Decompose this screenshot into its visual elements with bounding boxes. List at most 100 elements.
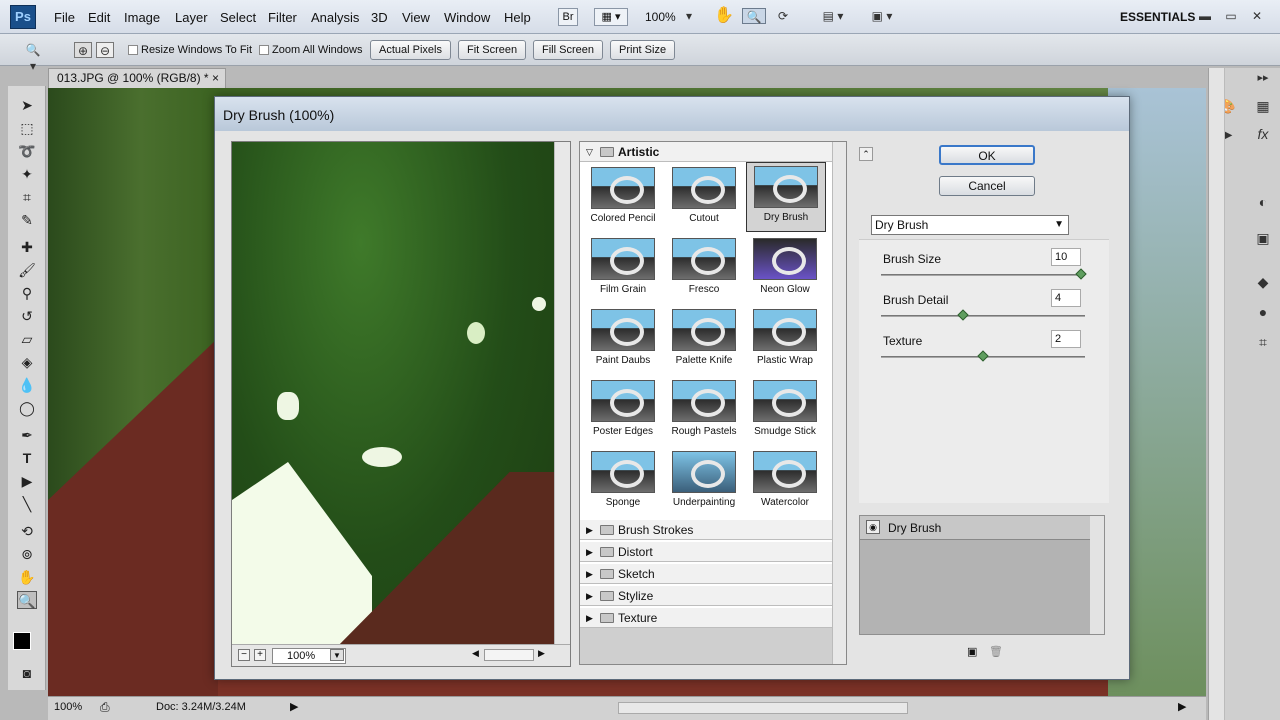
dodge-tool-icon[interactable]: ◯ <box>17 399 37 417</box>
menu-window[interactable]: Window <box>444 10 490 25</box>
screen-mode-icon[interactable]: ▣ ▾ <box>864 8 900 24</box>
thumbnail-sponge[interactable]: Sponge <box>586 448 660 514</box>
thumbnail-smudge-stick[interactable]: Smudge Stick <box>748 377 822 443</box>
thumbnail-dry-brush[interactable]: Dry Brush <box>746 162 826 232</box>
blur-tool-icon[interactable]: 💧 <box>17 376 37 394</box>
canvas-vertical-scrollbar[interactable] <box>1209 68 1225 720</box>
close-document-icon[interactable]: × <box>212 69 219 88</box>
workspace-switcher[interactable]: ESSENTIALS <box>1120 10 1195 24</box>
close-app-icon[interactable]: ✕ <box>1248 8 1266 24</box>
swatches-panel-icon[interactable]: ▦ <box>1253 96 1273 116</box>
bridge-button[interactable]: Br <box>558 8 578 26</box>
zoom-all-windows-checkbox[interactable]: Zoom All Windows <box>259 44 362 56</box>
collapse-dock-icon[interactable]: ▸▸ <box>1253 68 1273 88</box>
zoom-out-icon[interactable]: − <box>238 649 250 661</box>
thumbnail-neon-glow[interactable]: Neon Glow <box>748 235 822 301</box>
slider-knob-icon[interactable] <box>957 309 970 321</box>
menu-file[interactable]: File <box>54 10 75 25</box>
clone-stamp-tool-icon[interactable]: ⚲ <box>17 284 37 302</box>
pen-tool-icon[interactable]: ✒ <box>17 426 37 444</box>
zoom-dropdown-icon[interactable]: ▾ <box>680 8 698 24</box>
quick-selection-tool-icon[interactable]: ✦ <box>17 165 37 183</box>
menu-layer[interactable]: Layer <box>175 10 208 25</box>
channels-panel-icon[interactable]: ● <box>1253 302 1273 322</box>
new-effect-layer-icon[interactable]: ▣ <box>967 645 977 658</box>
foreground-color-swatch[interactable] <box>13 632 31 650</box>
texture-input[interactable]: 2 <box>1051 330 1081 348</box>
eraser-tool-icon[interactable]: ▱ <box>17 330 37 348</box>
menu-image[interactable]: Image <box>124 10 160 25</box>
preview-scroll-left-icon[interactable]: ◀ <box>472 648 479 659</box>
3d-rotate-tool-icon[interactable]: ⟲ <box>17 522 37 540</box>
maximize-app-icon[interactable]: ▭ <box>1222 8 1240 24</box>
menu-3d[interactable]: 3D <box>371 10 388 25</box>
hand-tool-icon[interactable]: ✋ <box>17 568 37 586</box>
category-brush-strokes[interactable]: ▶ Brush Strokes <box>580 520 832 540</box>
category-distort[interactable]: ▶ Distort <box>580 542 832 562</box>
eyedropper-tool-icon[interactable]: ✎ <box>17 211 37 229</box>
actual-pixels-button[interactable]: Actual Pixels <box>370 40 451 60</box>
fit-screen-button[interactable]: Fit Screen <box>458 40 527 60</box>
history-brush-tool-icon[interactable]: ↺ <box>17 307 37 325</box>
zoom-in-mode-icon[interactable]: ⊕ <box>74 42 92 58</box>
ok-button[interactable]: OK <box>939 145 1035 165</box>
layers-panel-icon[interactable]: ◆ <box>1253 272 1273 292</box>
crop-tool-icon[interactable]: ⌗ <box>17 188 37 206</box>
marquee-tool-icon[interactable]: ⬚ <box>17 119 37 137</box>
menu-help[interactable]: Help <box>504 10 531 25</box>
thumbnail-watercolor[interactable]: Watercolor <box>748 448 822 514</box>
menu-analysis[interactable]: Analysis <box>311 10 359 25</box>
adjustments-panel-icon[interactable]: ◐ <box>1253 192 1273 212</box>
styles-panel-icon[interactable]: fx <box>1253 124 1273 144</box>
healing-brush-tool-icon[interactable]: ✚ <box>17 238 37 256</box>
thumbnail-film-grain[interactable]: Film Grain <box>586 235 660 301</box>
thumbnail-rough-pastels[interactable]: Rough Pastels <box>667 377 741 443</box>
zoom-tool-preset-icon[interactable]: 🔍▾ <box>24 42 42 73</box>
preview-vertical-scrollbar[interactable] <box>554 142 570 646</box>
quick-mask-icon[interactable]: ◙ <box>17 664 37 682</box>
brush-size-input[interactable]: 10 <box>1051 248 1081 266</box>
menu-filter[interactable]: Filter <box>268 10 297 25</box>
zoom-tool-icon[interactable]: 🔍 <box>17 591 37 609</box>
paths-panel-icon[interactable]: ⌗ <box>1253 332 1273 352</box>
thumbnail-fresco[interactable]: Fresco <box>667 235 741 301</box>
filter-select[interactable]: Dry Brush ▼ <box>871 215 1069 235</box>
thumbnail-paint-daubs[interactable]: Paint Daubs <box>586 306 660 372</box>
view-extras-button[interactable]: ▦ ▾ <box>594 8 628 26</box>
status-export-icon[interactable]: ⎙ <box>100 700 110 715</box>
line-tool-icon[interactable]: ╲ <box>17 495 37 513</box>
gallery-scrollbar[interactable] <box>832 142 846 664</box>
effect-layer-row[interactable]: ◉ Dry Brush <box>860 516 1090 540</box>
delete-effect-layer-icon[interactable]: 🗑 <box>989 645 1003 658</box>
category-sketch[interactable]: ▶ Sketch <box>580 564 832 584</box>
slider-knob-icon[interactable] <box>1075 268 1087 280</box>
menu-select[interactable]: Select <box>220 10 256 25</box>
thumbnail-poster-edges[interactable]: Poster Edges <box>586 377 660 443</box>
lasso-tool-icon[interactable]: ➰ <box>17 142 37 160</box>
preview-scroll-right-icon[interactable]: ▶ <box>538 648 545 659</box>
resize-windows-checkbox[interactable]: Resize Windows To Fit <box>128 44 252 56</box>
eye-icon[interactable]: ◉ <box>866 520 880 534</box>
thumbnail-cutout[interactable]: Cutout <box>667 164 741 230</box>
thumbnail-plastic-wrap[interactable]: Plastic Wrap <box>748 306 822 372</box>
zoom-in-icon[interactable]: + <box>254 649 266 661</box>
thumbnail-underpainting[interactable]: Underpainting <box>667 448 741 514</box>
path-selection-tool-icon[interactable]: ▶ <box>17 472 37 490</box>
thumbnail-palette-knife[interactable]: Palette Knife <box>667 306 741 372</box>
menu-view[interactable]: View <box>402 10 430 25</box>
category-artistic[interactable]: ▽ Artistic <box>580 142 832 162</box>
thumbnail-colored-pencil[interactable]: Colored Pencil <box>586 164 660 230</box>
preview-zoom-dropdown-icon[interactable]: ▼ <box>330 649 344 661</box>
masks-panel-icon[interactable]: ▣ <box>1253 228 1273 248</box>
status-menu-arrow-icon[interactable]: ▶ <box>290 700 298 713</box>
category-texture[interactable]: ▶ Texture <box>580 608 832 628</box>
minimize-app-icon[interactable]: ▬ <box>1196 8 1214 24</box>
arrange-documents-icon[interactable]: ▤ ▾ <box>818 8 848 24</box>
paint-bucket-tool-icon[interactable]: ◈ <box>17 353 37 371</box>
horizontal-scrollbar[interactable] <box>618 702 908 714</box>
rotate-view-icon[interactable]: ⟳ <box>774 8 792 24</box>
fill-screen-button[interactable]: Fill Screen <box>533 40 603 60</box>
menu-edit[interactable]: Edit <box>88 10 110 25</box>
3d-orbit-tool-icon[interactable]: ⊚ <box>17 545 37 563</box>
type-tool-icon[interactable]: T <box>17 449 37 467</box>
